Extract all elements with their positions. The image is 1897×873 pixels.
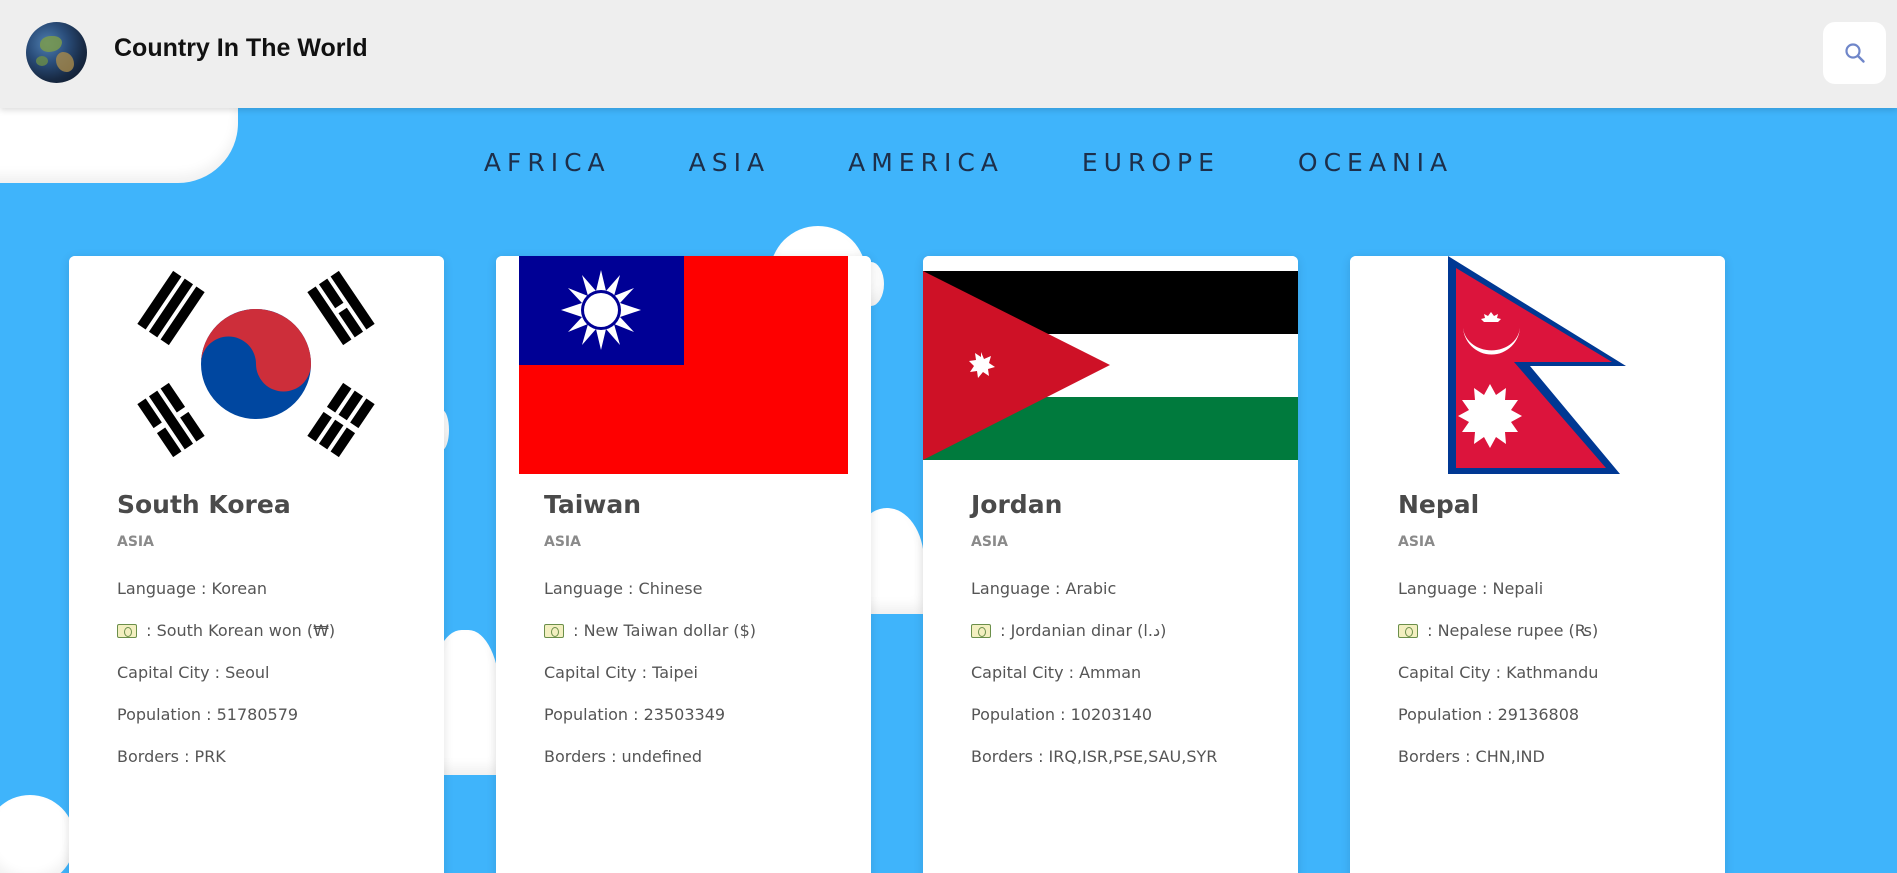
country-card-nepal[interactable]: Nepal ASIA Language : Nepali : Nepalese … [1350,256,1725,873]
country-currency: : New Taiwan dollar ($) [544,610,844,652]
country-name: South Korea [117,490,291,519]
country-language: Language : Nepali [1398,579,1544,598]
country-borders: Borders : undefined [544,747,703,766]
country-population: Population : 51780579 [117,705,299,724]
region-nav: AFRICA ASIA AMERICA EUROPE OCEANIA [0,148,1897,188]
country-card-taiwan[interactable]: Taiwan ASIA Language : Chinese : New Tai… [496,256,871,873]
country-name: Nepal [1398,490,1480,519]
banknote-icon [971,624,991,638]
country-population: Population : 29136808 [1398,705,1580,724]
country-population: Population : 23503349 [544,705,726,724]
country-name: Taiwan [544,490,642,519]
search-icon [1844,43,1865,63]
country-capital: Capital City : Taipei [544,663,698,682]
country-currency: : Nepalese rupee (₨) [1398,610,1698,652]
country-capital: Capital City : Kathmandu [1398,663,1599,682]
currency-text: : Jordanian dinar (د.ا) [1000,621,1167,640]
country-borders: Borders : IRQ,ISR,PSE,SAU,SYR [971,747,1218,766]
country-card-jordan[interactable]: Jordan ASIA Language : Arabic : Jordania… [923,256,1298,873]
country-capital: Capital City : Amman [971,663,1142,682]
cloud-decoration [0,795,75,873]
site-title[interactable]: Country In The World [114,34,368,63]
country-region: ASIA [1398,534,1435,550]
search-button[interactable] [1823,22,1886,84]
nav-asia[interactable]: ASIA [689,148,770,188]
currency-text: : South Korean won (₩) [146,621,336,640]
country-currency: : Jordanian dinar (د.ا) [971,610,1271,652]
country-capital: Capital City : Seoul [117,663,270,682]
banknote-icon [1398,624,1418,638]
country-population: Population : 10203140 [971,705,1153,724]
country-region: ASIA [117,534,154,550]
banknote-icon [544,624,564,638]
jordan-flag [923,256,1298,476]
earth-globe-icon[interactable] [26,22,87,83]
country-region: ASIA [971,534,1008,550]
nav-oceania[interactable]: OCEANIA [1298,148,1453,188]
country-borders: Borders : CHN,IND [1398,747,1545,766]
south-korea-flag [69,256,444,476]
nav-europe[interactable]: EUROPE [1082,148,1220,188]
country-card-south-korea[interactable]: South Korea ASIA Language : Korean : Sou… [69,256,444,873]
country-language: Language : Chinese [544,579,703,598]
country-name: Jordan [971,490,1063,519]
country-borders: Borders : PRK [117,747,226,766]
currency-text: : Nepalese rupee (₨) [1427,621,1599,640]
site-header: Country In The World [0,0,1897,108]
nav-africa[interactable]: AFRICA [484,148,611,188]
taiwan-flag [496,256,871,476]
nav-america[interactable]: AMERICA [848,148,1004,188]
country-language: Language : Arabic [971,579,1117,598]
country-currency: : South Korean won (₩) [117,610,417,652]
country-region: ASIA [544,534,581,550]
currency-text: : New Taiwan dollar ($) [573,621,757,640]
nepal-flag [1350,256,1725,476]
country-language: Language : Korean [117,579,268,598]
banknote-icon [117,624,137,638]
